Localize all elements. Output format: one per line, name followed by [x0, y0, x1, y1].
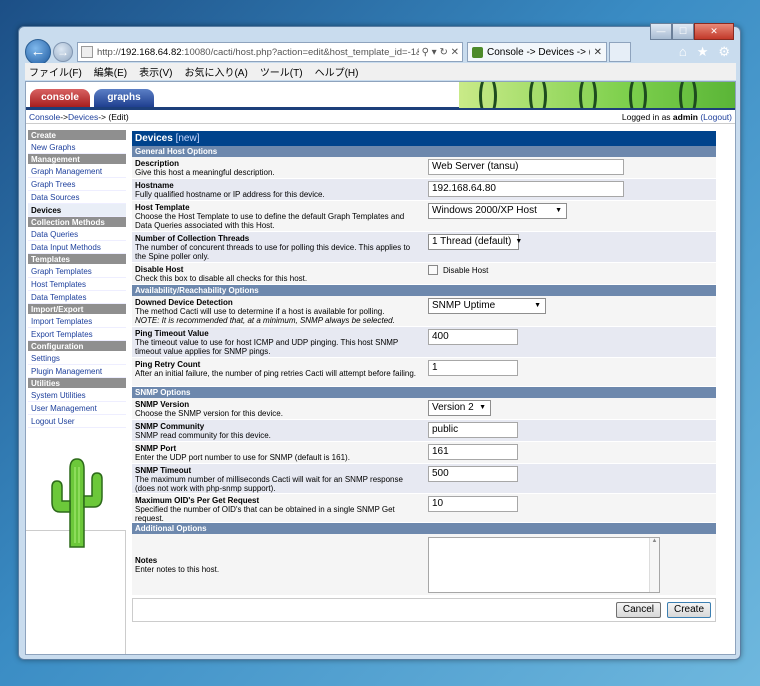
row-host-template: Host Template Choose the Host Template to…	[132, 201, 716, 232]
row-threads: Number of Collection Threads The number o…	[132, 232, 716, 263]
chevron-down-icon: ▼	[479, 404, 486, 411]
row-max-oids: Maximum OID's Per Get Request Specified t…	[132, 494, 716, 523]
sidebar-item[interactable]: Settings	[28, 352, 126, 365]
section-availability: Availability/Reachability Options	[132, 285, 716, 296]
sidebar-category: Create	[28, 130, 126, 141]
page-title: Devices [new]	[132, 131, 716, 146]
row-notes: Notes Enter notes to this host. ▲	[132, 534, 716, 596]
sidebar-item[interactable]: Export Templates	[28, 328, 126, 341]
max-oids-input[interactable]: 10	[428, 496, 518, 512]
form-actions: Cancel Create	[132, 598, 716, 622]
row-ping-retry: Ping Retry Count After an initial failure…	[132, 358, 716, 387]
url-text: http://192.168.64.82:10080/cacti/host.ph…	[97, 46, 419, 58]
favorites-star-icon[interactable]: ★	[697, 44, 709, 60]
section-general: General Host Options	[132, 146, 716, 157]
graphs-tab[interactable]: graphs	[94, 89, 154, 107]
sidebar-item[interactable]: Import Templates	[28, 315, 126, 328]
cacti-banner-image	[459, 82, 735, 108]
page-icon	[81, 46, 93, 58]
row-snmp-community: SNMP Community SNMP read community for th…	[132, 420, 716, 442]
description-input[interactable]: Web Server (tansu)	[428, 159, 624, 175]
forward-arrow-icon[interactable]: →	[53, 42, 73, 62]
menu-item[interactable]: 編集(E)	[94, 64, 127, 79]
logout-link[interactable]: (Logout)	[700, 112, 732, 122]
sidebar-nav: Create New Graphs Management Graph Manageme…	[28, 130, 126, 428]
snmp-version-select[interactable]: Version 2 ▼	[428, 400, 491, 416]
menu-item[interactable]: ツール(T)	[260, 64, 303, 79]
section-snmp: SNMP Options	[132, 387, 716, 398]
breadcrumb-console-link[interactable]: Console	[29, 112, 60, 122]
chevron-down-icon: ▼	[515, 238, 523, 245]
sidebar-item[interactable]: Graph Trees	[28, 178, 126, 191]
sidebar-category: Templates	[28, 254, 126, 265]
chevron-down-icon: ▼	[534, 302, 541, 309]
row-snmp-port: SNMP Port Enter the UDP port number to us…	[132, 442, 716, 464]
sidebar-item[interactable]: Data Sources	[28, 191, 126, 204]
create-button[interactable]: Create	[666, 602, 711, 618]
sidebar-category: Management	[28, 154, 126, 165]
row-downed-detection: Downed Device Detection The method Cacti …	[132, 296, 716, 327]
snmp-timeout-input[interactable]: 500	[428, 466, 518, 482]
snmp-community-input[interactable]: public	[428, 422, 518, 438]
hostname-input[interactable]: 192.168.64.80	[428, 181, 624, 197]
sidebar-item[interactable]: Logout User	[28, 415, 126, 428]
device-form: Devices [new] General Host Options Descr…	[132, 131, 716, 622]
sidebar-category: Import/Export	[28, 304, 126, 315]
row-description: Description Give this host a meaningful d…	[132, 157, 716, 179]
page-content: console graphs Console -> Devices -> (Ed…	[25, 81, 736, 655]
breadcrumb-devices-link[interactable]: Devices	[68, 112, 98, 122]
sidebar-item[interactable]: System Utilities	[28, 389, 126, 402]
sidebar-item[interactable]: Devices	[28, 204, 126, 217]
ping-timeout-input[interactable]: 400	[428, 329, 518, 345]
browser-tools: ⌂ ★ ⚙	[679, 44, 730, 60]
sidebar-category: Utilities	[28, 378, 126, 389]
downed-detection-select[interactable]: SNMP Uptime ▼	[428, 298, 546, 314]
cancel-button[interactable]: Cancel	[615, 602, 661, 618]
sidebar-item[interactable]: Plugin Management	[28, 365, 126, 378]
scrollbar[interactable]: ▲	[649, 537, 659, 592]
menu-bar: ファイル(F) 編集(E) 表示(V) お気に入り(A) ツール(T) ヘルプ(H)	[25, 63, 736, 80]
sidebar-item[interactable]: Graph Management	[28, 165, 126, 178]
sidebar-item[interactable]: New Graphs	[28, 141, 126, 154]
browser-window: — ☐ ✕ ← → http://192.168.64.82:10080/cac…	[18, 23, 741, 660]
console-tab[interactable]: console	[30, 89, 90, 107]
host-template-select[interactable]: Windows 2000/XP Host ▼	[428, 203, 567, 219]
tab-close-icon[interactable]: ✕	[590, 47, 606, 58]
login-status: Logged in as admin (Logout)	[621, 111, 732, 122]
disable-host-checkbox[interactable]	[428, 265, 438, 275]
sidebar-item[interactable]: Data Queries	[28, 228, 126, 241]
sidebar-item[interactable]: Data Input Methods	[28, 241, 126, 254]
row-disable-host: Disable Host Check this box to disable al…	[132, 263, 716, 285]
row-snmp-timeout: SNMP Timeout The maximum number of millis…	[132, 464, 716, 494]
chevron-down-icon: ▼	[555, 207, 562, 214]
menu-item[interactable]: 表示(V)	[139, 64, 172, 79]
cactus-logo-icon	[51, 458, 103, 548]
row-ping-timeout: Ping Timeout Value The timeout value to u…	[132, 327, 716, 358]
sidebar-category: Collection Methods	[28, 217, 126, 228]
back-arrow-icon[interactable]: ←	[25, 39, 51, 65]
new-tab-button[interactable]	[609, 42, 631, 62]
sidebar-item[interactable]: Host Templates	[28, 278, 126, 291]
menu-item[interactable]: ファイル(F)	[29, 64, 82, 79]
threads-select[interactable]: 1 Thread (default) ▼	[428, 234, 522, 250]
row-hostname: Hostname Fully qualified hostname or IP a…	[132, 179, 716, 201]
sidebar-category: Configuration	[28, 341, 126, 352]
row-snmp-version: SNMP Version Choose the SNMP version for …	[132, 398, 716, 420]
menu-item[interactable]: お気に入り(A)	[184, 64, 247, 79]
address-bar[interactable]: http://192.168.64.82:10080/cacti/host.ph…	[77, 42, 463, 62]
sidebar-item[interactable]: Data Templates	[28, 291, 126, 304]
snmp-port-input[interactable]: 161	[428, 444, 518, 460]
cacti-header: console graphs	[26, 82, 735, 110]
sidebar-item[interactable]: User Management	[28, 402, 126, 415]
cacti-favicon-icon	[472, 46, 483, 58]
ping-retry-input[interactable]: 1	[428, 360, 518, 376]
sidebar-item[interactable]: Graph Templates	[28, 265, 126, 278]
search-refresh-icons[interactable]: ⚲ ▾ ↻ ✕	[419, 47, 462, 58]
notes-textarea[interactable]: ▲	[428, 536, 660, 593]
gear-icon[interactable]: ⚙	[718, 44, 730, 60]
browser-tab-active[interactable]: Console -> Devices -> (... ✕	[467, 42, 607, 62]
breadcrumb: Console -> Devices -> (Edit) Logged in a…	[26, 110, 735, 124]
menu-item[interactable]: ヘルプ(H)	[315, 64, 359, 79]
home-icon[interactable]: ⌂	[679, 44, 687, 60]
